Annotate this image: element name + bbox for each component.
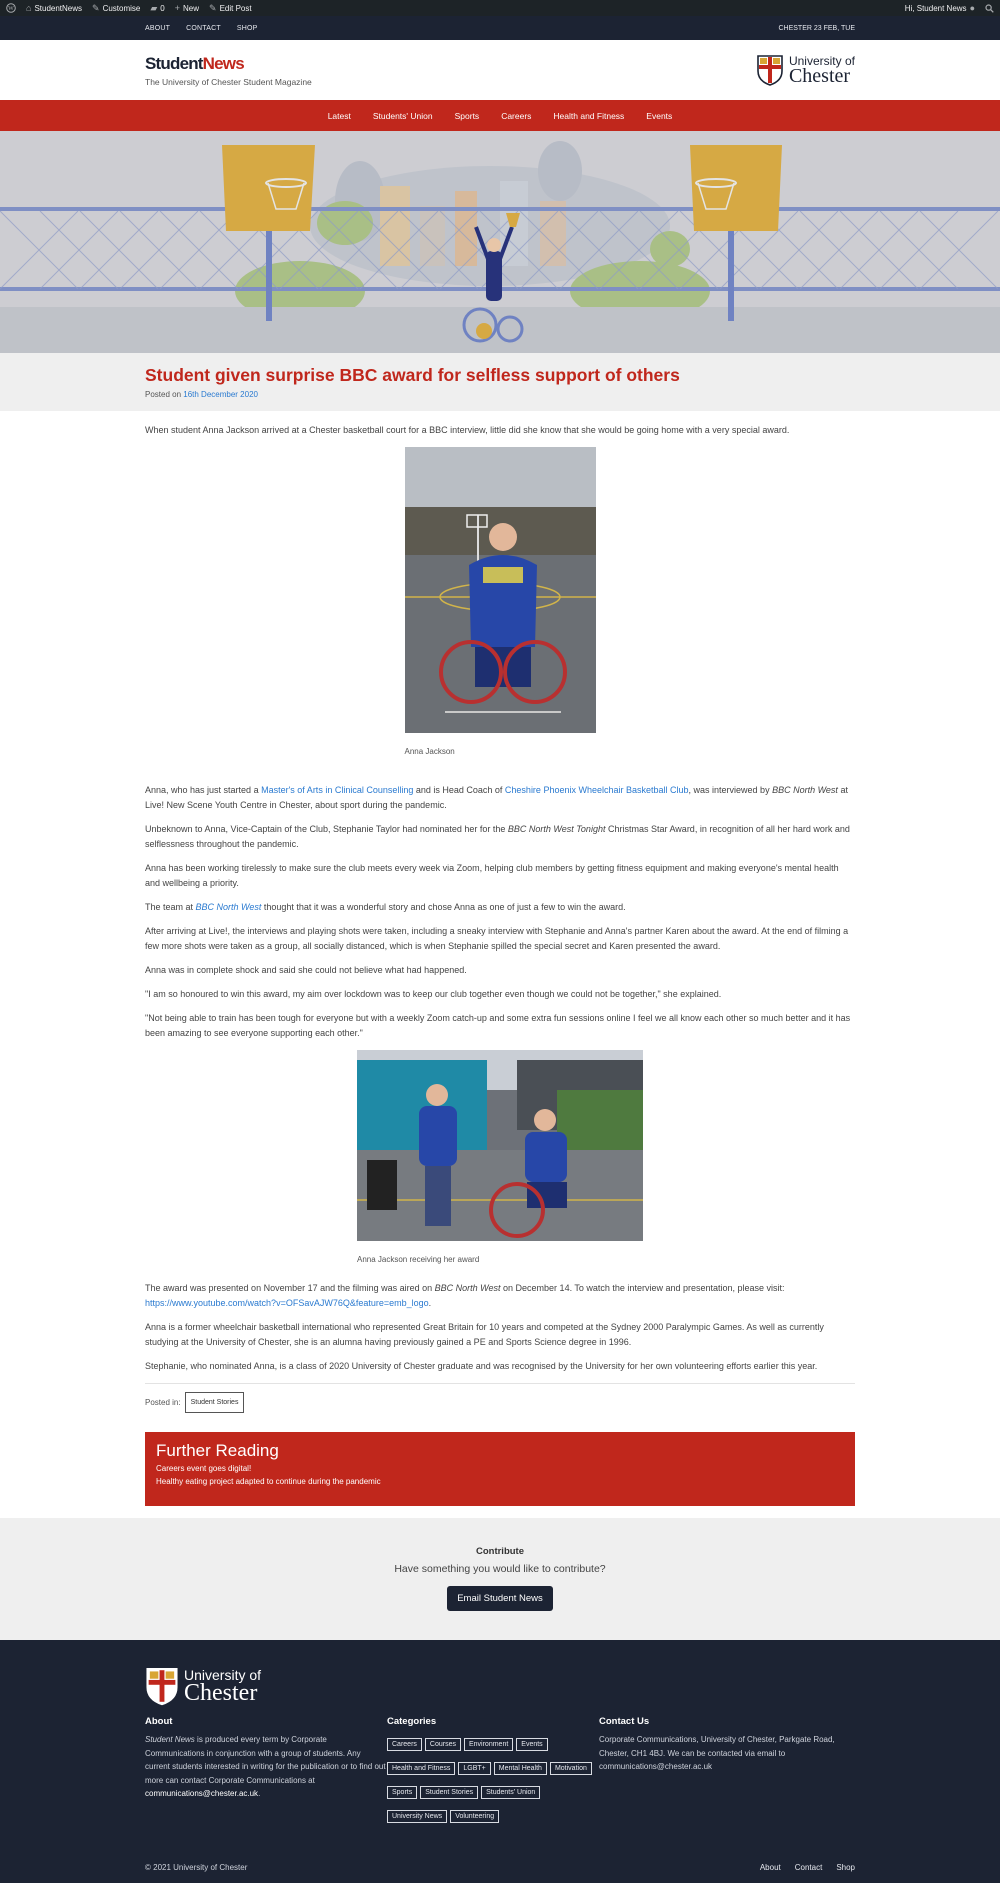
paragraph-8: "Not being able to train has been tough … (145, 1013, 851, 1038)
footer-category-tag[interactable]: LGBT+ (458, 1762, 491, 1775)
further-reading-title: Further Reading (156, 1441, 279, 1460)
footer-link-shop[interactable]: Shop (836, 1863, 855, 1872)
paragraph-5: After arriving at Live!, the interviews … (145, 926, 849, 951)
copyright: © 2021 University of Chester (145, 1863, 248, 1872)
footer-link-about[interactable]: About (760, 1863, 781, 1872)
admin-search-icon[interactable] (985, 3, 994, 13)
footer-about-email[interactable]: communications@chester.ac.uk (145, 1789, 258, 1798)
utility-link-about[interactable]: ABOUT (145, 25, 170, 32)
footer-category-tag[interactable]: Motivation (549, 1762, 592, 1775)
home-icon: ⌂ (26, 3, 32, 13)
paragraph-6: Anna was in complete shock and said she … (145, 965, 467, 975)
paragraph-1: Anna, who has just started a Master's of… (145, 785, 848, 810)
paragraph-3: Anna has been working tirelessly to make… (145, 863, 839, 888)
footer-university-logo[interactable]: University of Chester (145, 1666, 855, 1706)
contribute-subtitle: Have something you would like to contrib… (394, 1563, 606, 1575)
footer-category-tag[interactable]: Careers (387, 1738, 422, 1751)
photo-award-presentation (357, 1050, 643, 1241)
paragraph-4: The team at BBC North West thought that … (145, 902, 626, 912)
footer-category-tag[interactable]: Environment (463, 1738, 514, 1751)
footer-category-tag[interactable]: Events (516, 1738, 548, 1751)
nav-students-union[interactable]: Students' Union (373, 111, 433, 121)
link-cheshire-phoenix[interactable]: Cheshire Phoenix Wheelchair Basketball C… (505, 785, 689, 795)
utility-links: ABOUT CONTACT SHOP (145, 25, 257, 32)
nav-careers[interactable]: Careers (501, 111, 531, 121)
svg-text:W: W (8, 6, 14, 12)
footer-category-tag[interactable]: Health and Fitness (387, 1762, 456, 1775)
paragraph-7: "I am so honoured to win this award, my … (145, 989, 722, 999)
wordpress-logo-icon[interactable]: W (6, 3, 16, 13)
paragraph-10: Anna is a former wheelchair basketball i… (145, 1322, 824, 1347)
location-date: CHESTER 23 FEB, TUE (778, 24, 855, 32)
link-masters-counselling[interactable]: Master's of Arts in Clinical Counselling (261, 785, 413, 795)
figure-caption: Anna Jackson (404, 747, 455, 756)
figure-award: Anna Jackson receiving her award (357, 1050, 643, 1267)
footer-category-tag[interactable]: Student Stories (420, 1786, 479, 1799)
site-branding[interactable]: StudentNews The University of Chester St… (145, 54, 312, 87)
nav-health-fitness[interactable]: Health and Fitness (553, 111, 624, 121)
contribute-heading: Contribute (475, 1546, 525, 1557)
post-title: Student given surprise BBC award for sel… (145, 365, 680, 385)
post-meta: Posted on 16th December 2020 (145, 390, 258, 399)
admin-edit-post-link[interactable]: ✎ Edit Post (209, 3, 252, 14)
university-logo[interactable]: University of Chester (756, 54, 855, 86)
link-youtube[interactable]: https://www.youtube.com/watch?v=OFSavAJW… (145, 1298, 429, 1308)
footer-contact: Contact Us Corporate Communications, Uni… (599, 1716, 835, 1771)
paragraph-9: The award was presented on November 17 a… (145, 1283, 785, 1308)
site-title[interactable]: StudentNews (145, 54, 312, 74)
footer-category-tag[interactable]: Students' Union (481, 1786, 541, 1799)
user-avatar-icon: ● (969, 3, 975, 13)
utility-bar: ABOUT CONTACT SHOP CHESTER 23 FEB, TUE (0, 16, 1000, 40)
admin-account-link[interactable]: Hi, Student News ● (905, 3, 975, 13)
paragraph-2: Unbeknown to Anna, Vice-Captain of the C… (145, 824, 850, 849)
utility-link-contact[interactable]: CONTACT (186, 25, 221, 32)
nav-events[interactable]: Events (646, 111, 672, 121)
photo-anna-jackson (404, 447, 596, 733)
university-crest-icon (757, 55, 783, 86)
comment-icon: ▰ (150, 2, 158, 13)
footer-link-contact[interactable]: Contact (795, 1863, 823, 1872)
footer-about: About Student News is produced every ter… (145, 1716, 386, 1798)
site-footer: University of Chester About Student News… (0, 1640, 1000, 1883)
pencil-icon: ✎ (209, 2, 217, 13)
plus-icon: + (174, 3, 181, 13)
post-categories: Posted in: Student Stories (145, 1383, 855, 1413)
further-reading-link[interactable]: Healthy eating project adapted to contin… (156, 1475, 844, 1488)
footer-category-tag[interactable]: Mental Health (493, 1762, 547, 1775)
link-bbc-north-west[interactable]: BBC North West (196, 902, 262, 912)
site-tagline: The University of Chester Student Magazi… (145, 76, 312, 87)
utility-link-shop[interactable]: SHOP (237, 25, 258, 32)
further-reading-link[interactable]: Careers event goes digital! (156, 1462, 844, 1475)
figure-anna-jackson: Anna Jackson (404, 447, 596, 759)
post-date-link[interactable]: 16th December 2020 (183, 390, 258, 399)
further-reading: Further Reading Careers event goes digit… (145, 1432, 855, 1506)
footer-categories: Categories Careers Courses Environment Even… (387, 1716, 599, 1829)
university-crest-icon (146, 1668, 178, 1706)
figure-caption: Anna Jackson receiving her award (357, 1255, 480, 1264)
article-body: When student Anna Jackson arrived at a C… (0, 411, 1000, 1506)
admin-bar: W ⌂ StudentNews ✎ Customise ▰ 0 + New ✎ Edit … (0, 0, 1000, 16)
category-tag[interactable]: Student Stories (184, 1392, 245, 1413)
admin-comments-link[interactable]: ▰ 0 (150, 3, 164, 14)
admin-new-link[interactable]: + New (175, 3, 199, 13)
footer-category-tag[interactable]: Courses (424, 1738, 461, 1751)
post-header: Student given surprise BBC award for sel… (0, 353, 1000, 411)
site-header: StudentNews The University of Chester St… (0, 40, 1000, 100)
admin-customise-link[interactable]: ✎ Customise (92, 3, 140, 14)
brush-icon: ✎ (92, 2, 100, 13)
contribute-section: Contribute Have something you would like… (0, 1518, 1000, 1640)
footer-category-tag[interactable]: University News (387, 1810, 448, 1823)
main-nav: Latest Students' Union Sports Careers He… (0, 100, 1000, 131)
hero-illustration (0, 131, 1000, 353)
email-student-news-button[interactable]: Email Student News (447, 1586, 553, 1611)
footer-category-tag[interactable]: Sports (387, 1786, 418, 1799)
footer-category-tag[interactable]: Volunteering (450, 1810, 500, 1823)
paragraph-11: Stephanie, who nominated Anna, is a clas… (145, 1361, 818, 1371)
admin-site-link[interactable]: ⌂ StudentNews (26, 3, 82, 13)
nav-latest[interactable]: Latest (328, 111, 351, 121)
paragraph-intro: When student Anna Jackson arrived at a C… (145, 425, 790, 435)
footer-bottom: © 2021 University of Chester About Conta… (145, 1863, 855, 1872)
nav-sports[interactable]: Sports (455, 111, 480, 121)
